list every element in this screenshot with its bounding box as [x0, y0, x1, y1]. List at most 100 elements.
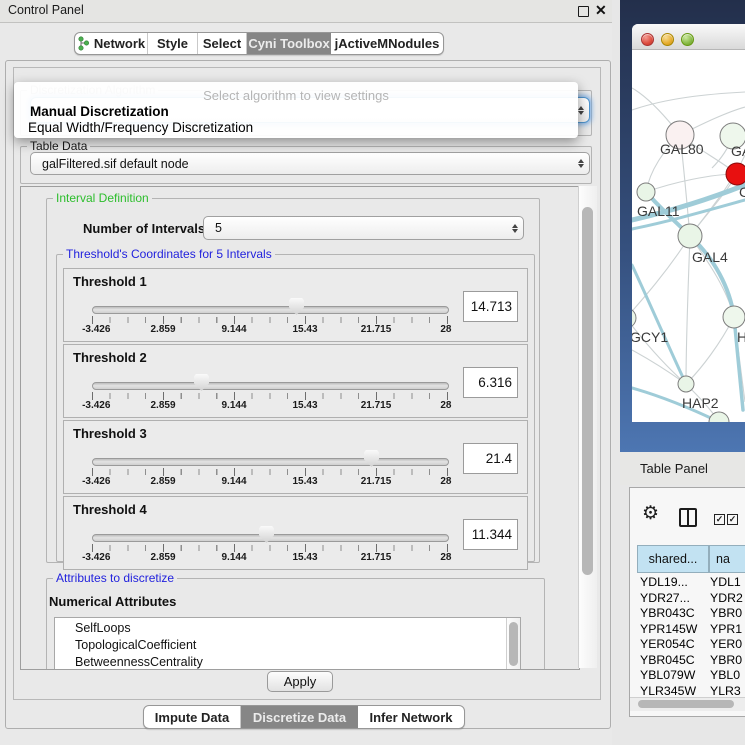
num-intervals-value: 5 — [204, 221, 507, 235]
slider-ticks — [92, 469, 448, 475]
slider-ticks — [92, 317, 448, 323]
checkbox-icon[interactable]: ✓ — [714, 514, 725, 525]
tab-impute-data[interactable]: Impute Data — [144, 706, 241, 728]
threshold-label: Threshold 3 — [73, 426, 147, 441]
list-item[interactable]: SelfLoops — [75, 621, 131, 635]
table-row[interactable]: YDR27...YDR2 — [630, 591, 745, 607]
table-data-group-title: Table Data — [27, 139, 90, 153]
tick-label: 15.43 — [292, 552, 317, 563]
tick-label: -3.426 — [82, 476, 110, 487]
tab-infer-network[interactable]: Infer Network — [358, 706, 464, 728]
tick-label: 15.43 — [292, 324, 317, 335]
list-item[interactable]: BetweennessCentrality — [75, 655, 203, 669]
tick-label: -3.426 — [82, 552, 110, 563]
tick-label: 28 — [440, 400, 451, 411]
threshold-4-block: Threshold 4 -3.426 2.859 9.144 15.43 21.… — [63, 496, 528, 570]
column-header-shared[interactable]: shared... — [637, 545, 709, 573]
tick-label: 9.144 — [221, 476, 246, 487]
float-window-icon[interactable] — [578, 6, 589, 17]
table-row[interactable]: YBL079WYBL0 — [630, 668, 745, 684]
close-icon[interactable]: ✕ — [595, 2, 607, 19]
network-window-titlebar[interactable] — [632, 24, 745, 50]
table-row[interactable]: YPR145WYPR1 — [630, 622, 745, 638]
tick-label: 2.859 — [150, 476, 175, 487]
table-row[interactable]: YDL19...YDL1 — [630, 575, 745, 591]
threshold-slider-track[interactable] — [92, 458, 449, 466]
node-label: H — [737, 329, 745, 345]
node-h-partial[interactable] — [723, 306, 745, 328]
tick-label: 2.859 — [150, 324, 175, 335]
slider-ticks — [92, 545, 448, 551]
tab-jactivemnodules[interactable]: jActiveMNodules — [331, 33, 443, 54]
gear-icon[interactable]: ⚙ — [642, 502, 659, 525]
close-traffic-light-icon[interactable] — [641, 33, 654, 46]
network-graph: GAL80 GA C GAL11 GAL4 GCY1 H HAP2 — [632, 50, 745, 422]
column-header-name[interactable]: na — [709, 545, 745, 573]
node-hap2[interactable] — [678, 376, 694, 392]
tab-label: Network — [94, 36, 145, 51]
list-item[interactable]: TopologicalCoefficient — [75, 638, 196, 652]
tick-label: 15.43 — [292, 400, 317, 411]
network-icon — [77, 36, 90, 51]
node-red-selected[interactable] — [726, 163, 745, 185]
tab-label: Cyni Toolbox — [248, 36, 329, 51]
slider-ticks — [92, 393, 448, 399]
node-gal4[interactable] — [678, 224, 702, 248]
tab-label: Infer Network — [369, 710, 452, 725]
threshold-1-block: Threshold 1 -3.426 2.859 9.144 15.43 21.… — [63, 268, 528, 342]
popup-option-manual-discretization[interactable]: Manual Discretization — [30, 104, 169, 119]
tick-label: 21.715 — [361, 324, 392, 335]
checkbox-icon[interactable]: ✓ — [727, 514, 738, 525]
tick-label: 28 — [440, 324, 451, 335]
popup-option-equal-width[interactable]: Equal Width/Frequency Discretization — [28, 120, 253, 135]
table-data-combobox-value: galFiltered.sif default node — [31, 157, 573, 171]
node-label: GCY1 — [632, 329, 668, 345]
tab-label: Select — [203, 36, 241, 51]
tab-discretize-data[interactable]: Discretize Data — [241, 706, 358, 728]
node-gal11[interactable] — [637, 183, 655, 201]
tab-select[interactable]: Select — [198, 33, 247, 54]
node-bottom-partial[interactable] — [709, 412, 729, 422]
num-intervals-combobox[interactable]: 5 — [203, 216, 524, 240]
table-row[interactable]: YBR043CYBR0 — [630, 606, 745, 622]
tick-label: 21.715 — [361, 400, 392, 411]
panel-title: Control Panel — [8, 3, 84, 17]
numerical-attributes-heading: Numerical Attributes — [49, 594, 176, 609]
zoom-traffic-light-icon[interactable] — [681, 33, 694, 46]
attributes-list: SelfLoops TopologicalCoefficient Between… — [54, 617, 521, 670]
combo-stepper-icon — [507, 224, 523, 233]
table-panel: ⚙ ✓ ✓ shared... na YDL19...YDL1 YDR27...… — [629, 487, 745, 717]
tick-label: -3.426 — [82, 324, 110, 335]
algorithm-dropdown-popup: Select algorithm to view settings Manual… — [14, 82, 578, 138]
threshold-value-field[interactable]: 14.713 — [463, 291, 518, 322]
threshold-slider-track[interactable] — [92, 382, 449, 390]
threshold-value-field[interactable]: 11.344 — [463, 519, 518, 550]
column-layout-icon[interactable] — [679, 508, 697, 527]
threshold-value-field[interactable]: 21.4 — [463, 443, 518, 474]
tick-label: 9.144 — [221, 400, 246, 411]
list-scrollbar[interactable] — [506, 618, 520, 670]
node-gcy1[interactable] — [632, 308, 636, 328]
bottom-tabbar: Impute Data Discretize Data Infer Networ… — [143, 705, 465, 729]
thresholds-group-title: Threshold's Coordinates for 5 Intervals — [63, 247, 275, 261]
threshold-value-field[interactable]: 6.316 — [463, 367, 518, 398]
tab-network[interactable]: Network — [75, 33, 148, 54]
table-row[interactable]: YER054CYER0 — [630, 637, 745, 653]
tab-cyni-toolbox[interactable]: Cyni Toolbox — [247, 33, 331, 54]
table-horizontal-scrollbar[interactable] — [630, 697, 745, 711]
node-label: GAL80 — [660, 141, 704, 157]
table-panel-title: Table Panel — [640, 461, 708, 476]
table-data-combobox[interactable]: galFiltered.sif default node — [30, 152, 590, 175]
minimize-traffic-light-icon[interactable] — [661, 33, 674, 46]
settings-scrollbar[interactable] — [578, 186, 597, 668]
apply-button[interactable]: Apply — [267, 671, 333, 692]
tick-label: 15.43 — [292, 476, 317, 487]
threshold-2-block: Threshold 2 -3.426 2.859 9.144 15.43 21.… — [63, 344, 528, 418]
tick-label: 28 — [440, 476, 451, 487]
top-tabbar: Network Style Select Cyni Toolbox jActiv… — [74, 32, 444, 55]
node-label: C — [739, 184, 745, 200]
table-row[interactable]: YBR045CYBR0 — [630, 653, 745, 669]
tab-style[interactable]: Style — [148, 33, 198, 54]
threshold-slider-track[interactable] — [92, 306, 449, 314]
network-canvas[interactable]: GAL80 GA C GAL11 GAL4 GCY1 H HAP2 — [632, 50, 745, 422]
